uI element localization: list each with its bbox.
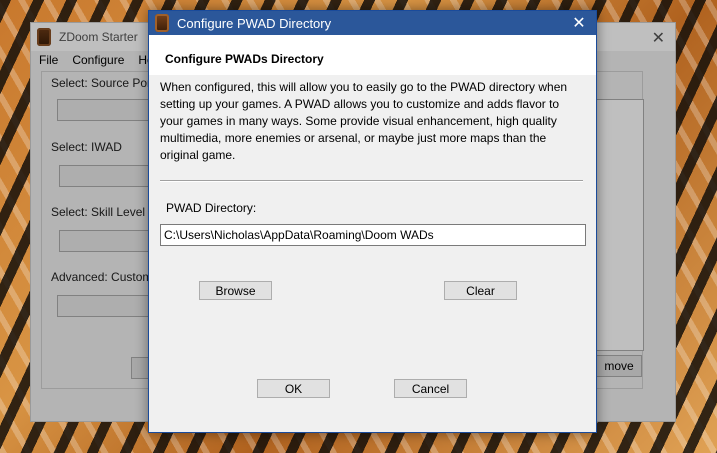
menu-configure[interactable]: Configure [72, 53, 124, 67]
configure-pwad-dialog: Configure PWAD Directory ✕ Configure PWA… [148, 10, 597, 433]
clear-button[interactable]: Clear [444, 281, 517, 300]
remove-button[interactable]: move [596, 355, 642, 377]
pwad-directory-label: PWAD Directory: [166, 201, 257, 215]
menu-file[interactable]: File [39, 53, 58, 67]
dialog-titlebar: Configure PWAD Directory ✕ [149, 11, 596, 35]
dialog-description: When configured, this will allow you to … [160, 80, 568, 162]
label-iwad: Select: IWAD [51, 140, 122, 154]
label-advanced: Advanced: Custom [51, 270, 153, 284]
label-skill: Select: Skill Level [51, 205, 146, 219]
separator [160, 180, 583, 182]
cancel-button[interactable]: Cancel [394, 379, 467, 398]
doom-app-icon [37, 28, 51, 46]
label-source-port: Select: Source Port [51, 76, 155, 90]
bg-window-title: ZDoom Starter [59, 30, 138, 44]
close-icon[interactable]: ✕ [562, 11, 596, 35]
browse-button[interactable]: Browse [199, 281, 272, 300]
dialog-heading: Configure PWADs Directory [165, 52, 324, 66]
pwad-directory-input[interactable] [160, 224, 586, 246]
ok-button[interactable]: OK [257, 379, 330, 398]
doom-app-icon [155, 14, 169, 32]
dialog-header: Configure PWADs Directory [149, 35, 596, 75]
close-icon[interactable]: ✕ [652, 28, 665, 48]
pwad-list[interactable] [596, 99, 644, 351]
dialog-title: Configure PWAD Directory [177, 15, 332, 31]
